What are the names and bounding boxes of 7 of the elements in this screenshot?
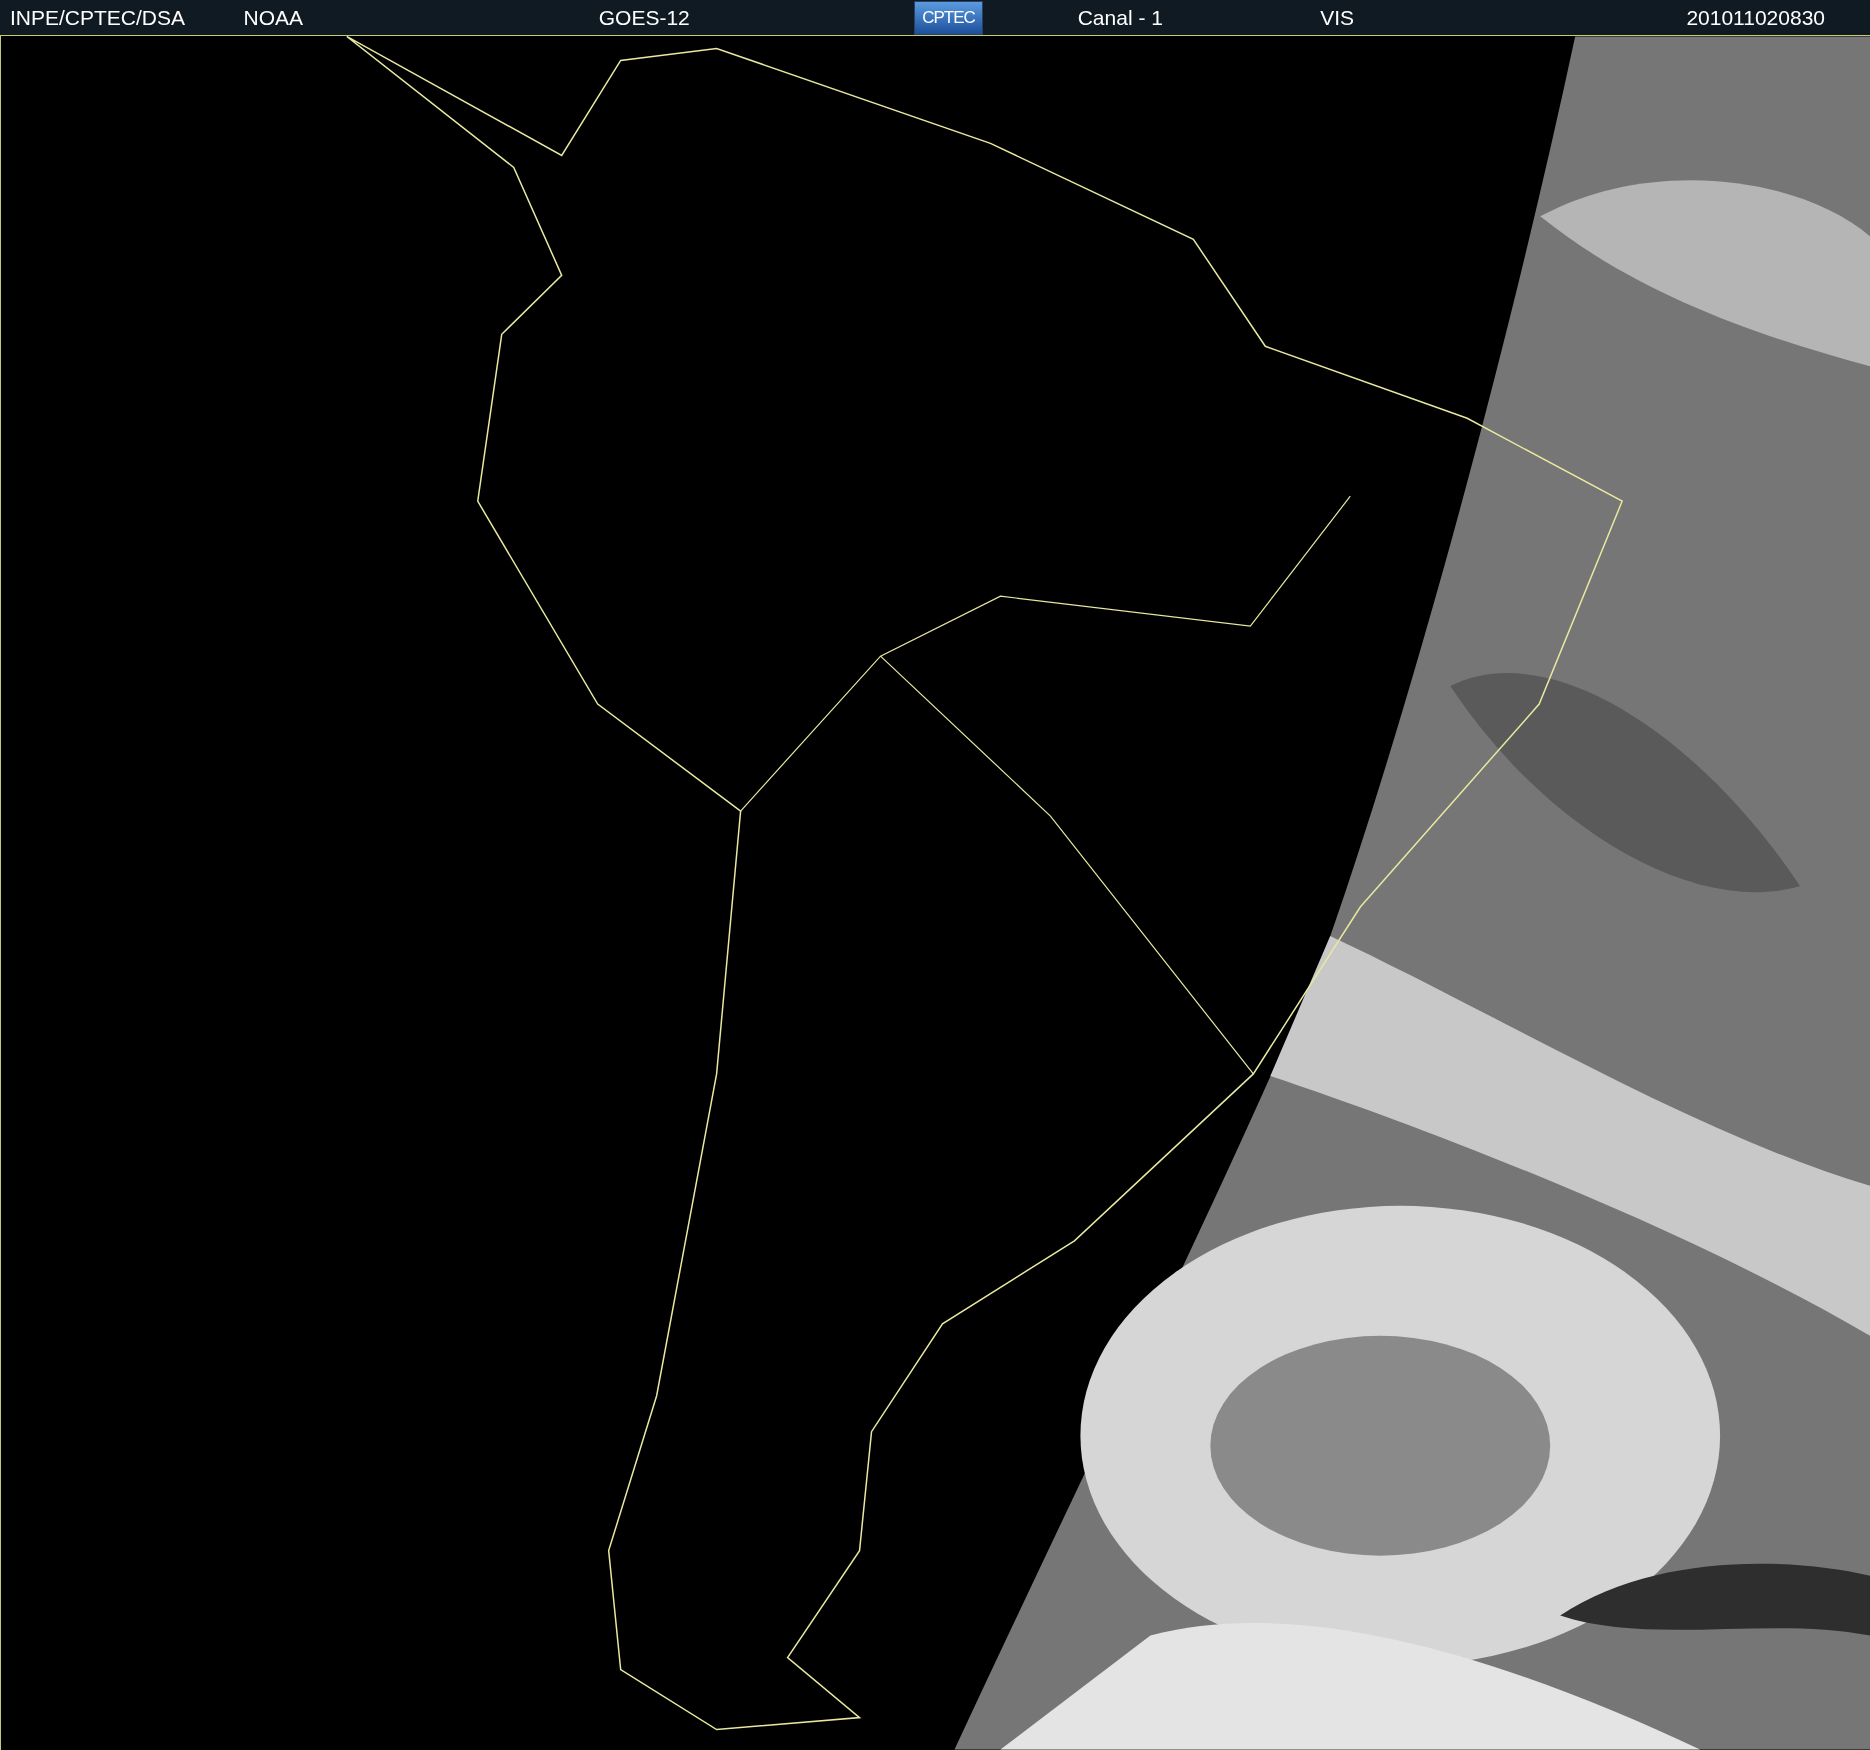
header-label: VIS (1320, 4, 1355, 31)
header-label: Canal - 1 (1077, 4, 1163, 31)
header-label: NOAA (243, 4, 303, 31)
header-label: 201011020830 (1686, 4, 1825, 31)
logo: CPTEC (914, 0, 984, 35)
header-label: GOES-12 (598, 4, 690, 31)
header-label: INPE/CPTEC/DSA (10, 4, 186, 31)
